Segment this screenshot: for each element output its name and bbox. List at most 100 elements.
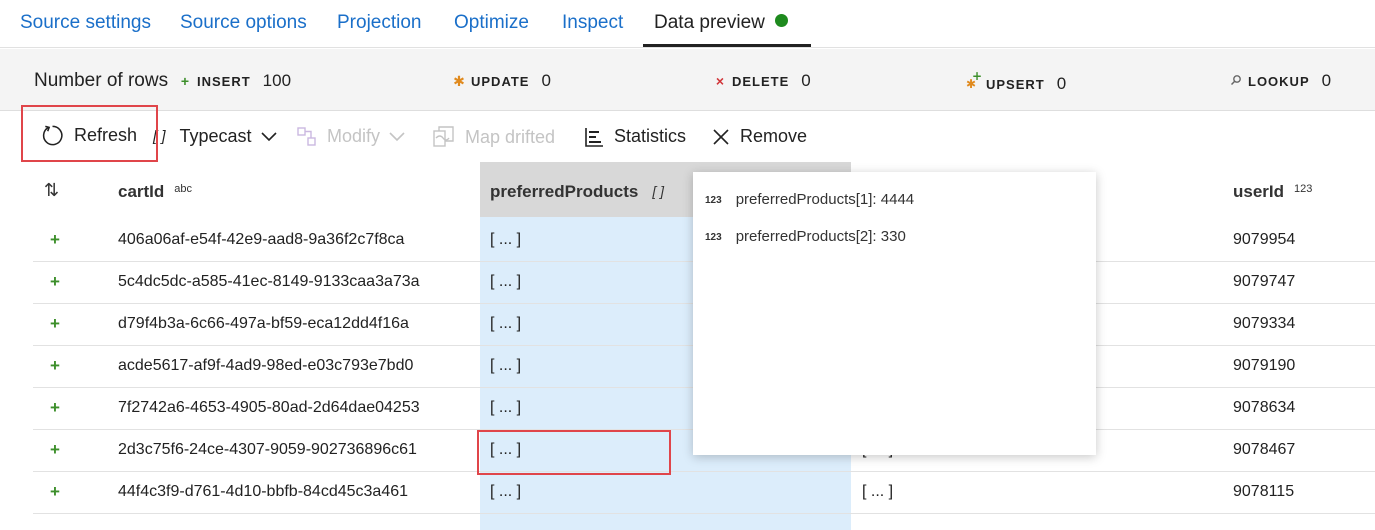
cell-preferredproducts[interactable]: [ ... ]	[490, 483, 521, 501]
sort-icon[interactable]: ⇅	[44, 180, 59, 201]
update-stat: ✱ UPDATE 0	[451, 71, 551, 91]
cell-userid: 9079747	[1233, 273, 1296, 290]
popup-item-text: preferredProducts[1]: 4444	[735, 191, 915, 208]
tab-bar: Source settings Source options Projectio…	[0, 0, 1375, 48]
cell-userid: 9078634	[1233, 399, 1296, 416]
cell-userid: 9079954	[1233, 231, 1296, 248]
number-of-rows-label: Number of rows	[34, 70, 169, 91]
cell-array[interactable]: [ ... ]	[862, 483, 893, 501]
upsert-label: UPSERT	[986, 77, 1045, 92]
close-icon	[713, 128, 729, 145]
delete-x-icon: ×	[715, 73, 725, 89]
status-dot-icon	[774, 14, 788, 27]
modify-icon	[297, 126, 316, 146]
header-cartid[interactable]: cartId abc	[118, 182, 192, 202]
insert-plus-icon: +	[50, 482, 60, 501]
type-number-icon: 123	[1294, 183, 1313, 195]
delete-stat: × DELETE 0	[712, 71, 811, 91]
toolbar: Refresh [ ] Typecast Modify Map drifted …	[0, 112, 1375, 162]
modify-button[interactable]: Modify	[297, 126, 405, 147]
cell-preferredproducts[interactable]: [ ... ]	[490, 231, 521, 249]
update-label: UPDATE	[471, 74, 530, 89]
popup-item-text: preferredProducts[2]: 330	[735, 228, 906, 245]
lookup-value: 0	[1321, 71, 1332, 90]
insert-plus-icon: +	[50, 272, 60, 291]
tab-projection[interactable]: Projection	[337, 12, 422, 34]
tab-inspect[interactable]: Inspect	[562, 12, 623, 34]
header-preferredproducts-label: preferredProducts	[490, 182, 639, 201]
cell-userid: 9079334	[1233, 315, 1296, 332]
lookup-search-icon	[1228, 73, 1244, 89]
tab-data-preview-label: Data preview	[654, 12, 765, 33]
cell-preferredproducts[interactable]: [ ... ]	[490, 399, 521, 417]
lookup-stat: LOOKUP 0	[1228, 71, 1331, 91]
header-cartid-label: cartId	[118, 182, 165, 201]
typecast-button[interactable]: [ ] Typecast	[153, 126, 277, 147]
cell-preferredproducts[interactable]: [ ... ]	[490, 273, 521, 291]
map-drifted-icon	[433, 126, 454, 147]
row-divider	[33, 513, 1375, 514]
chevron-down-icon	[389, 131, 405, 141]
cell-preferredproducts[interactable]: [ ... ]	[490, 315, 521, 333]
cell-cartid: 44f4c3f9-d761-4d10-bbfb-84cd45c3a461	[118, 483, 409, 500]
tab-source-settings[interactable]: Source settings	[20, 12, 151, 34]
update-asterisk-icon: ✱	[453, 73, 465, 89]
insert-plus-icon: +	[50, 440, 60, 459]
insert-plus-icon: +	[180, 73, 190, 89]
cell-cartid: d79f4b3a-6c66-497a-bf59-eca12dd4f16a	[118, 315, 409, 332]
insert-label: INSERT	[197, 74, 251, 89]
type-string-icon: abc	[174, 183, 193, 195]
header-userid[interactable]: userId 123	[1233, 182, 1312, 202]
insert-plus-icon: +	[50, 230, 60, 249]
popup-item: 123 preferredProducts[2]: 330	[705, 228, 906, 245]
cell-cartid: 406a06af-e54f-42e9-aad8-9a36f2c7f8ca	[118, 231, 405, 248]
remove-label: Remove	[740, 126, 808, 146]
type-number-icon: 123	[705, 195, 722, 206]
active-tab-indicator	[643, 44, 811, 47]
refresh-label: Refresh	[74, 125, 138, 145]
cell-cartid: 7f2742a6-4653-4905-80ad-2d64dae04253	[118, 399, 420, 416]
delete-label: DELETE	[732, 74, 790, 89]
tab-optimize[interactable]: Optimize	[454, 12, 529, 34]
type-number-icon: 123	[705, 232, 722, 243]
cell-preferredproducts[interactable]: [ ... ]	[490, 441, 521, 459]
cell-cartid: acde5617-af9f-4ad9-98ed-e03c793e7bd0	[118, 357, 414, 374]
map-drifted-button[interactable]: Map drifted	[433, 126, 555, 148]
row-divider	[33, 471, 1375, 472]
svg-text:+: +	[972, 71, 982, 83]
row-stats-bar: Number of rows + INSERT 100 ✱ UPDATE 0 × DELE…	[0, 49, 1375, 111]
lookup-label: LOOKUP	[1248, 74, 1310, 89]
cell-userid: 9079190	[1233, 357, 1296, 374]
refresh-button[interactable]: Refresh	[41, 124, 137, 147]
insert-value: 100	[262, 71, 292, 90]
delete-value: 0	[801, 71, 811, 90]
cell-cartid: 5c4dc5dc-a585-41ec-8149-9133caa3a73a	[118, 273, 420, 290]
cell-preferredproducts[interactable]: [ ... ]	[490, 357, 521, 375]
map-drifted-label: Map drifted	[465, 126, 556, 147]
insert-stat: + INSERT 100	[177, 71, 291, 91]
modify-label: Modify	[327, 126, 381, 146]
upsert-stat: ✱ + UPSERT 0	[966, 69, 1067, 94]
update-value: 0	[541, 71, 551, 90]
brackets-icon: [ ]	[153, 128, 166, 145]
insert-plus-icon: +	[50, 314, 60, 333]
cell-userid: 9078115	[1233, 483, 1295, 500]
type-array-icon: [ ]	[652, 183, 664, 199]
popup-item: 123 preferredProducts[1]: 4444	[705, 191, 914, 208]
upsert-value: 0	[1056, 74, 1067, 93]
cell-cartid: 2d3c75f6-24ce-4307-9059-902736896c61	[118, 441, 417, 458]
array-values-popup: 123 preferredProducts[1]: 4444 123 preferr…	[693, 172, 1096, 455]
tab-source-options[interactable]: Source options	[180, 12, 307, 34]
header-preferredproducts[interactable]: preferredProducts [ ]	[490, 182, 664, 202]
typecast-label: Typecast	[179, 126, 252, 146]
statistics-button[interactable]: Statistics	[584, 126, 686, 147]
chevron-down-icon	[260, 131, 277, 141]
cell-userid: 9078467	[1233, 441, 1296, 458]
statistics-icon	[585, 127, 603, 147]
remove-button[interactable]: Remove	[712, 126, 807, 147]
upsert-icon: ✱ +	[966, 69, 982, 92]
insert-plus-icon: +	[50, 398, 60, 417]
tab-data-preview[interactable]: Data preview	[654, 12, 788, 34]
statistics-label: Statistics	[614, 126, 687, 146]
refresh-icon	[42, 125, 63, 146]
